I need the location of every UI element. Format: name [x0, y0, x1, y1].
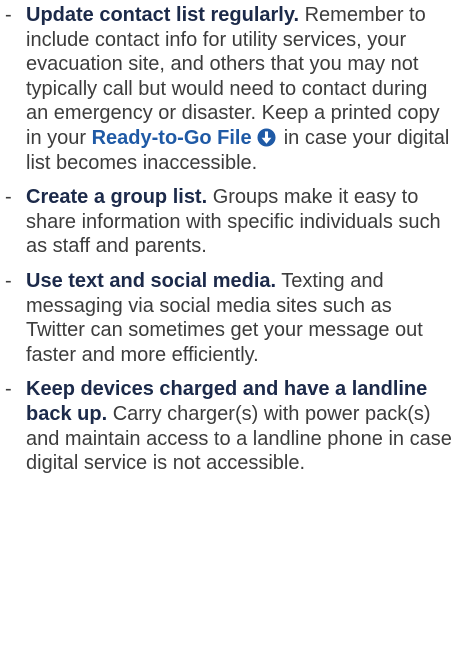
item-heading: Update contact list regularly. [26, 4, 300, 26]
bullet-dash: - [5, 4, 12, 26]
list-item-devices-charged: - Keep devices charged and have a landli… [0, 377, 462, 475]
bullet-dash: - [5, 186, 12, 209]
bullet-dash: - [5, 269, 12, 292]
bullet-dash: - [5, 378, 12, 401]
list-item-text-social-media: - Use text and social media. Texting and… [0, 269, 462, 367]
tips-list: - Update contact list regularly. Remembe… [0, 0, 462, 476]
list-item-group-list: - Create a group list. Groups make it ea… [0, 185, 462, 259]
list-item-update-contacts: - Update contact list regularly. Remembe… [0, 3, 462, 175]
item-heading: Create a group list. [26, 186, 208, 209]
ready-to-go-file-link[interactable]: Ready-to-Go File [92, 127, 252, 149]
item-heading: Use text and social media. [26, 269, 277, 292]
download-arrow-icon[interactable] [257, 128, 276, 147]
